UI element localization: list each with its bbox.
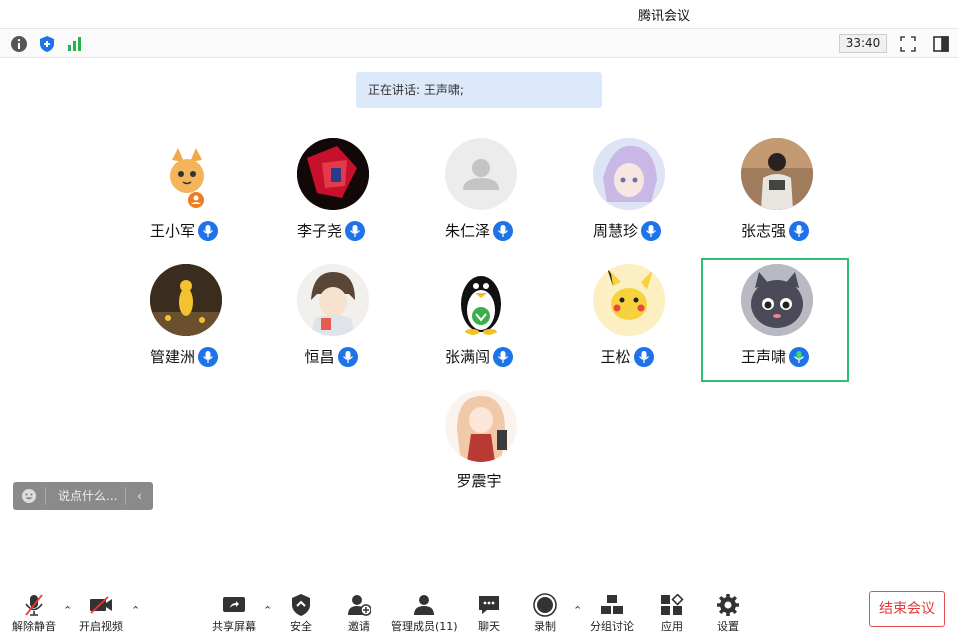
settings-button[interactable]: 设置 [716, 592, 740, 634]
microphone-icon [641, 220, 661, 241]
security-button[interactable]: 安全 [290, 592, 312, 634]
manage-members-button[interactable]: 管理成员(11) [391, 592, 458, 634]
record-button[interactable]: 录制 [533, 592, 557, 634]
network-signal-icon[interactable] [66, 35, 84, 53]
breakout-rooms-icon [600, 592, 624, 618]
apps-grid-icon [660, 592, 684, 618]
apps-button[interactable]: 应用 [660, 592, 684, 634]
manage-members-label: 管理成员(11) [391, 620, 458, 633]
participant-name: 朱仁泽 [444, 222, 490, 240]
participant-tile[interactable]: 恒昌 [257, 258, 405, 382]
record-label: 录制 [534, 620, 556, 633]
shield-icon[interactable] [38, 35, 56, 53]
participant-name: 管建洲 [149, 348, 195, 366]
participant-tile[interactable]: 王松 [553, 258, 701, 382]
microphone-icon [345, 220, 365, 241]
microphone-icon [493, 346, 513, 367]
microphone-active-icon [789, 346, 809, 367]
security-shield-icon [290, 592, 312, 618]
participant-name: 罗震宇 [456, 472, 502, 490]
meeting-timer: 33:40 [839, 34, 887, 53]
invite-button[interactable]: 邀请 [347, 592, 371, 634]
invite-user-icon [347, 592, 371, 618]
chat-label: 聊天 [478, 620, 500, 633]
share-screen-button[interactable]: 共享屏幕 [212, 592, 256, 634]
participant-name: 恒昌 [304, 348, 335, 366]
share-screen-label: 共享屏幕 [212, 620, 256, 633]
microphone-icon [337, 346, 358, 367]
anime-doll-avatar [445, 390, 517, 462]
record-icon [533, 592, 557, 618]
default-person-avatar [445, 138, 517, 210]
info-icon[interactable] [10, 35, 28, 53]
dark-cat-avatar [741, 264, 813, 336]
yellow-figure-avatar [150, 264, 222, 336]
anime-boy-avatar [297, 264, 369, 336]
penguin-avatar [445, 264, 517, 336]
apps-label: 应用 [661, 620, 683, 633]
anime-girl-avatar [593, 138, 665, 210]
share-screen-icon [222, 592, 246, 618]
microphone-muted-icon [23, 592, 45, 618]
participant-tile[interactable]: 管建洲 [110, 258, 258, 382]
camera-off-icon [88, 592, 114, 618]
sidebar-toggle-icon[interactable] [932, 35, 950, 53]
video-options-caret[interactable]: ⌃ [131, 604, 140, 617]
participant-name: 周慧珍 [592, 222, 638, 240]
meeting-info-bar: 33:40 [0, 28, 958, 58]
participant-tile[interactable]: 张志强 [701, 132, 849, 256]
participant-name: 王小军 [149, 222, 195, 240]
microphone-icon [198, 220, 218, 241]
emoji-icon[interactable] [13, 488, 45, 504]
window-title: 腾讯会议 [637, 9, 690, 24]
end-meeting-button[interactable]: 结束会议 [869, 591, 945, 627]
settings-label: 设置 [717, 620, 739, 633]
active-speaker-banner: 正在讲话: 王声啸; [356, 72, 602, 108]
title-bar: 腾讯会议 [0, 0, 958, 28]
participant-tile[interactable]: 周慧珍 [553, 132, 701, 256]
red-robot-avatar [297, 138, 369, 210]
participant-tile[interactable]: 王小军 [110, 132, 258, 256]
participant-name: 王声啸 [740, 348, 786, 366]
microphone-icon [198, 346, 218, 367]
gear-icon [716, 592, 740, 618]
pikachu-avatar [593, 264, 665, 336]
participant-name: 张满闯 [444, 348, 490, 366]
chat-input-pill[interactable]: 说点什么... ‹ [13, 482, 153, 510]
photo-person-avatar [741, 138, 813, 210]
microphone-icon [493, 220, 513, 241]
participant-name: 张志强 [740, 222, 786, 240]
microphone-icon [633, 346, 654, 367]
members-icon [412, 592, 436, 618]
active-speaker-tile[interactable]: 王声啸 [701, 258, 849, 382]
meeting-toolbar: 解除静音 ⌃ 开启视频 ⌃ 共享屏幕 ⌃ 安全 邀请 管理成员(11) 聊天 录… [0, 584, 958, 636]
chat-input-placeholder[interactable]: 说点什么... [45, 487, 125, 505]
participant-name: 王松 [600, 348, 631, 366]
collapse-chat-button[interactable]: ‹ [125, 487, 153, 505]
record-options-caret[interactable]: ⌃ [573, 604, 582, 617]
unmute-label: 解除静音 [12, 620, 56, 633]
microphone-icon [789, 220, 809, 241]
cat-cartoon-avatar [150, 138, 222, 210]
participant-tile[interactable]: 张满闯 [405, 258, 553, 382]
participant-name: 李子尧 [296, 222, 342, 240]
fullscreen-icon[interactable] [899, 35, 917, 53]
invite-label: 邀请 [348, 620, 370, 633]
unmute-button[interactable]: 解除静音 [12, 592, 56, 634]
security-label: 安全 [290, 620, 312, 633]
start-video-button[interactable]: 开启视频 [79, 592, 123, 634]
breakout-label: 分组讨论 [590, 620, 634, 633]
chat-bubble-icon [477, 592, 501, 618]
participant-tile[interactable]: 罗震宇 [405, 384, 553, 508]
chat-button[interactable]: 聊天 [477, 592, 501, 634]
breakout-button[interactable]: 分组讨论 [590, 592, 634, 634]
participant-tile[interactable]: 李子尧 [257, 132, 405, 256]
start-video-label: 开启视频 [79, 620, 123, 633]
audio-options-caret[interactable]: ⌃ [63, 604, 72, 617]
participant-tile[interactable]: 朱仁泽 [405, 132, 553, 256]
share-options-caret[interactable]: ⌃ [263, 604, 272, 617]
